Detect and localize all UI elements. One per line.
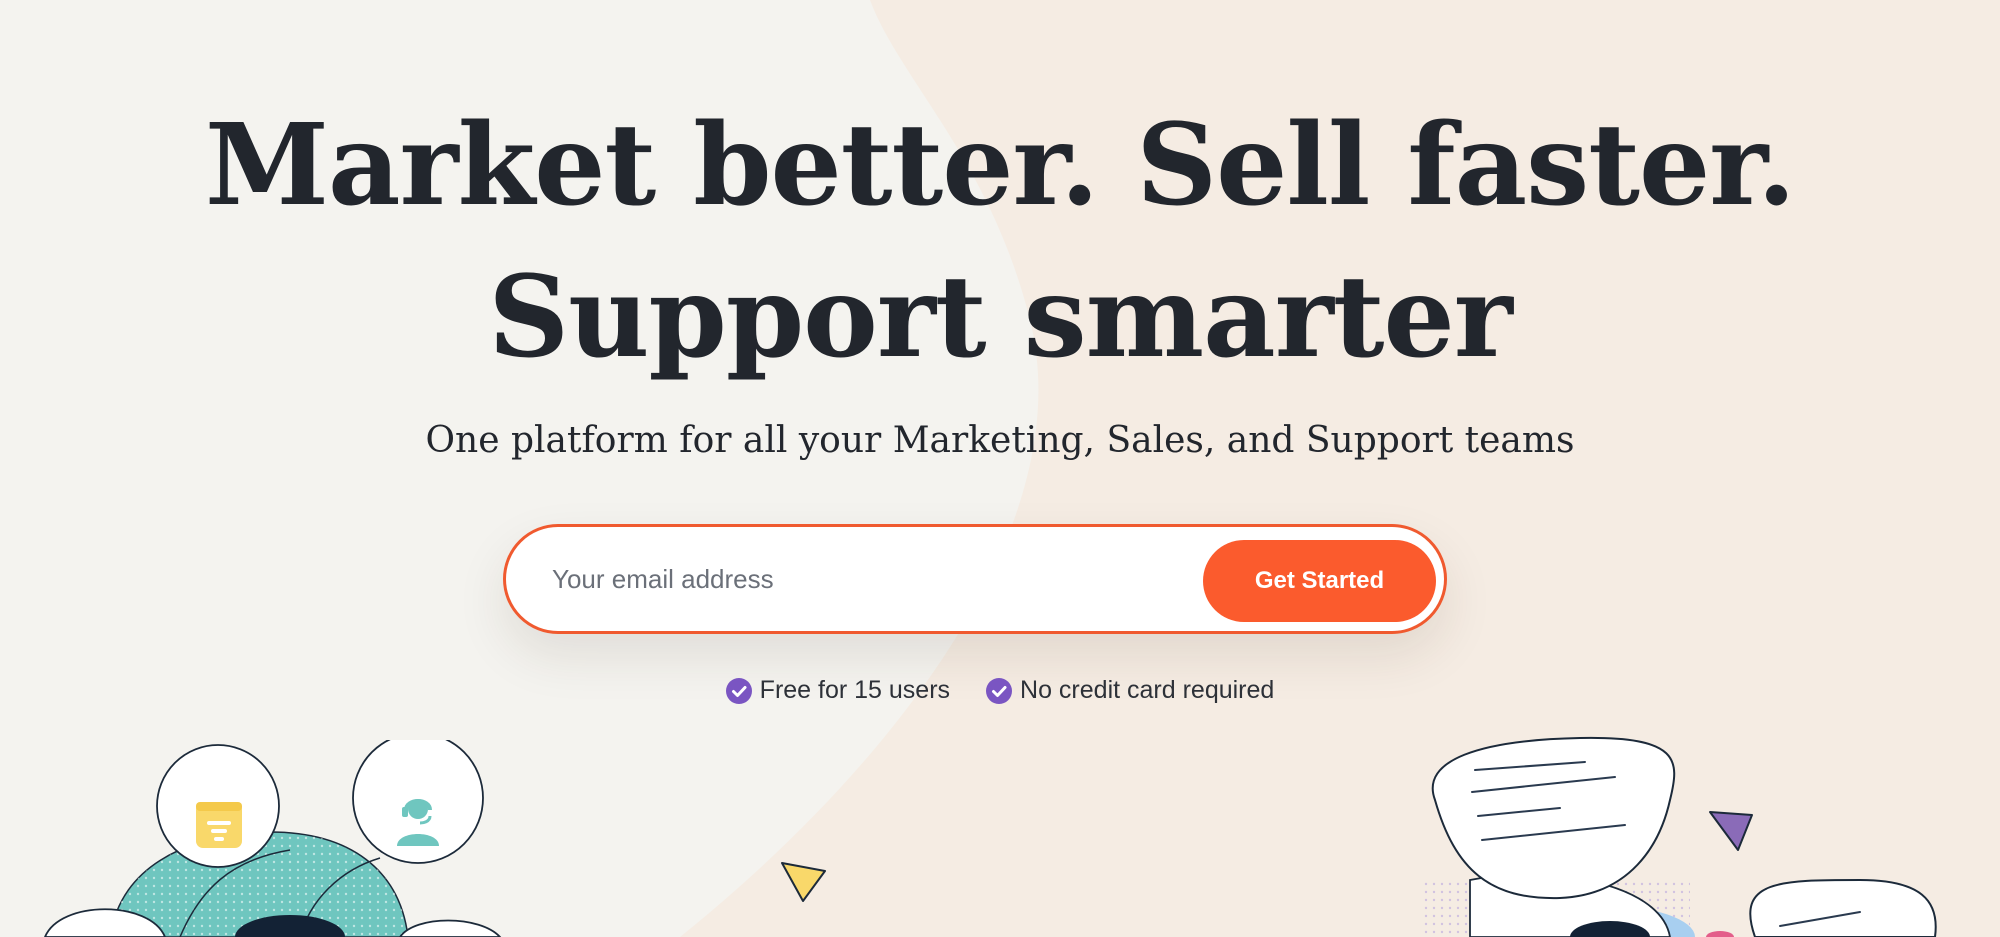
perk-label: Free for 15 users <box>759 676 951 704</box>
subheadline: One platform for all your Marketing, Sal… <box>425 420 1575 461</box>
get-started-button[interactable]: Get Started <box>1203 540 1436 622</box>
perk-item: No credit card required <box>986 676 1274 705</box>
check-circle-icon <box>986 677 1013 704</box>
headline-line-1: Market better. Sell faster. <box>205 100 1796 231</box>
hero-section: Market better. Sell faster. Support smar… <box>0 0 2000 937</box>
perks-list: Free for 15 users No credit card require… <box>0 676 2000 705</box>
check-circle-icon <box>725 677 752 704</box>
signup-form: Get Started <box>503 524 1447 634</box>
perk-label: No credit card required <box>1020 676 1275 704</box>
perk-item: Free for 15 users <box>725 676 951 705</box>
email-input[interactable] <box>552 549 1172 609</box>
headline-line-2: Support smarter <box>488 252 1513 383</box>
